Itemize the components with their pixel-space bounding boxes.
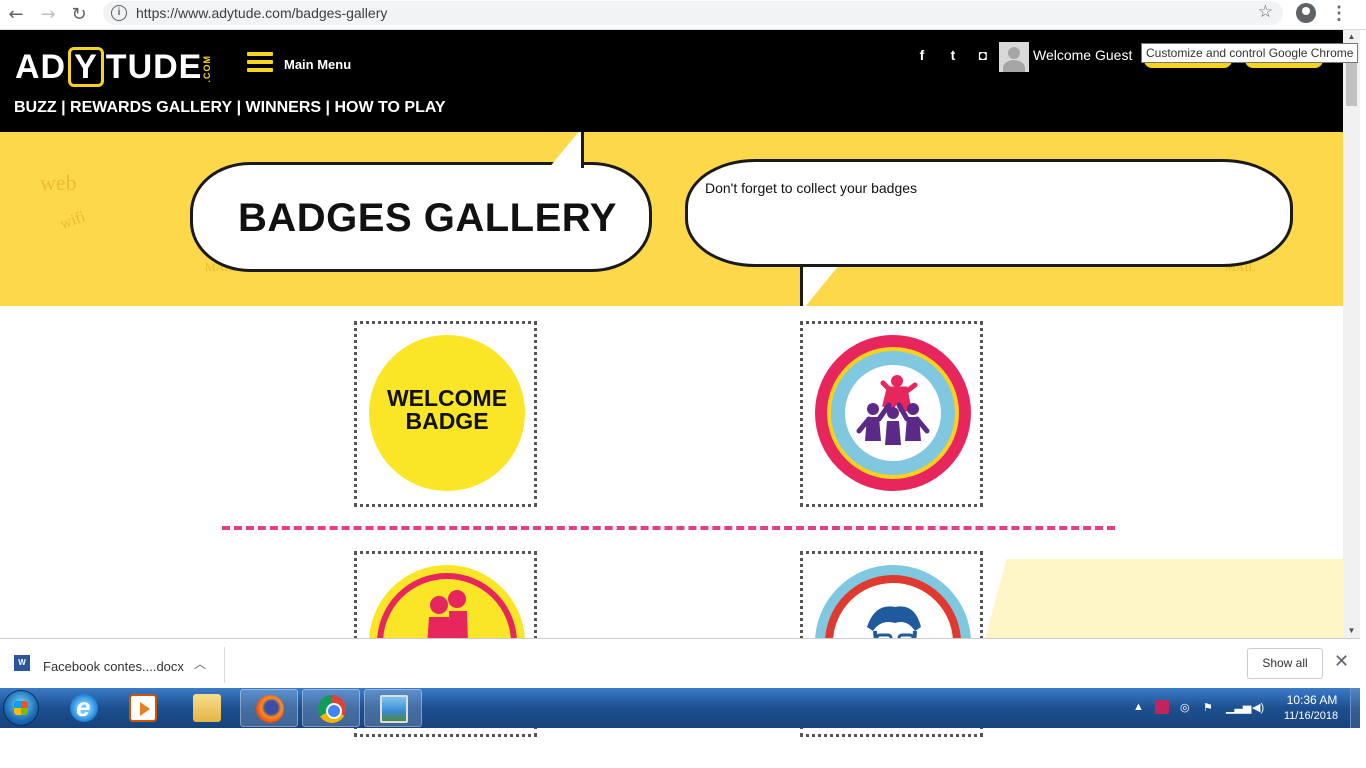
welcome-badge-line2: BADGE [405, 408, 489, 434]
nav-winners[interactable]: WINNERS [246, 99, 322, 117]
bookmark-star-icon[interactable]: ☆ [1258, 2, 1273, 22]
word-document-icon: W [14, 655, 30, 671]
main-menu-link[interactable]: Main Menu [284, 57, 351, 72]
action-center-flag-icon[interactable]: ⚑ [1203, 701, 1213, 714]
taskbar-chrome[interactable] [302, 689, 360, 727]
address-bar[interactable]: i https://www.adytude.com/badges-gallery… [103, 1, 1283, 25]
banner-message: Don't forget to collect your badges [705, 180, 918, 196]
guest-avatar [999, 42, 1029, 72]
doodle-web: web [40, 170, 77, 195]
forward-arrow-icon[interactable]: → [36, 3, 60, 27]
adytude-logo[interactable]: AD Y TUDE.COM [15, 44, 212, 90]
nav-separator: | [61, 99, 66, 116]
welcome-guest-text: Welcome Guest [1033, 47, 1133, 63]
nav-how-to-play[interactable]: HOW TO PLAY [334, 99, 445, 117]
clock-time[interactable]: 10:36 AM [1282, 693, 1342, 707]
chevron-up-icon[interactable]: ︿ [194, 655, 206, 672]
teamwork-badge-icon [815, 335, 971, 491]
sub-navigation: BUZZ | REWARDS GALLERY | WINNERS | HOW T… [14, 99, 446, 117]
internet-explorer-icon [70, 692, 98, 723]
media-player-icon [129, 694, 157, 722]
instagram-icon[interactable]: ◘ [975, 47, 991, 63]
chrome-menu-icon[interactable]: ⋮ [1330, 2, 1348, 26]
nav-separator: | [236, 99, 242, 116]
scroll-up-arrow-icon[interactable]: ▲ [1343, 30, 1360, 44]
page-title: BADGES GALLERY [238, 196, 617, 240]
windows-taskbar: ▲ ◎ ⚑ ▁▃▅ ◀) 10:36 AM 11/16/2018 [0, 688, 1360, 728]
folder-icon [193, 694, 221, 722]
nav-separator: | [325, 99, 331, 116]
reload-icon[interactable]: ↻ [67, 3, 91, 27]
download-shelf: W Facebook contes....docx ︿ Show all ✕ [0, 638, 1360, 688]
twitter-icon[interactable]: t [945, 47, 961, 63]
profile-icon[interactable] [1296, 3, 1316, 23]
volume-icon[interactable]: ◀) [1252, 701, 1264, 714]
logo-text-com: .COM [202, 55, 213, 83]
logo-text-y: Y [68, 47, 104, 87]
nav-rewards-gallery[interactable]: REWARDS GALLERY [70, 99, 232, 117]
tray-app-icon[interactable] [1155, 700, 1169, 714]
speech-bubble-tail [800, 264, 840, 306]
taskbar-photo-viewer[interactable] [364, 689, 422, 727]
tray-expand-icon[interactable]: ▲ [1133, 701, 1144, 713]
logo-text-left: AD [15, 48, 67, 86]
welcome-badge-icon: WELCOME BADGE [369, 335, 525, 491]
badge-card-team[interactable] [800, 321, 983, 507]
taskbar-firefox[interactable] [240, 689, 298, 727]
chrome-icon [318, 695, 346, 723]
show-desktop-button[interactable] [1350, 688, 1360, 728]
logo-text-right: TUDE [105, 48, 203, 86]
speech-bubble-message [685, 159, 1293, 267]
taskbar-media-player[interactable] [114, 689, 172, 727]
scroll-down-arrow-icon[interactable]: ▼ [1343, 624, 1360, 638]
back-arrow-icon[interactable]: ← [4, 3, 28, 27]
show-all-button[interactable]: Show all [1247, 648, 1323, 679]
badge-card-welcome[interactable]: WELCOME BADGE [354, 321, 537, 507]
teamwork-people-icon [856, 375, 930, 445]
shelf-divider [224, 647, 225, 683]
browser-toolbar: ← → ↻ i https://www.adytude.com/badges-g… [0, 0, 1366, 30]
clock-date[interactable]: 11/16/2018 [1276, 710, 1346, 722]
url-text[interactable]: https://www.adytude.com/badges-gallery [136, 5, 387, 21]
decorative-shape [985, 559, 1343, 639]
badges-banner: web wifi MAIL MAIL BADGES GALLERY Don't … [0, 132, 1343, 306]
doodle-wifi: wifi [57, 208, 88, 233]
page-scrollbar[interactable]: ▲ ▼ [1343, 30, 1360, 638]
signal-strength-icon[interactable]: ▁▃▅ [1226, 701, 1251, 714]
firefox-icon [256, 695, 284, 723]
download-item[interactable]: Facebook contes....docx [43, 659, 184, 674]
nav-buzz[interactable]: BUZZ [14, 99, 57, 117]
site-info-icon[interactable]: i [111, 5, 127, 21]
welcome-badge-label: WELCOME BADGE [369, 387, 525, 433]
photo-viewer-icon [380, 695, 408, 723]
hamburger-menu-icon[interactable] [247, 52, 273, 74]
close-icon[interactable]: ✕ [1334, 651, 1349, 672]
taskbar-explorer[interactable] [178, 689, 236, 727]
tray-network-status-icon[interactable]: ◎ [1180, 701, 1190, 714]
facebook-icon[interactable]: f [914, 47, 930, 63]
section-divider [222, 526, 1115, 530]
taskbar-ie[interactable] [55, 689, 113, 727]
chrome-menu-tooltip: Customize and control Google Chrome [1141, 43, 1359, 63]
start-button[interactable] [3, 690, 39, 726]
